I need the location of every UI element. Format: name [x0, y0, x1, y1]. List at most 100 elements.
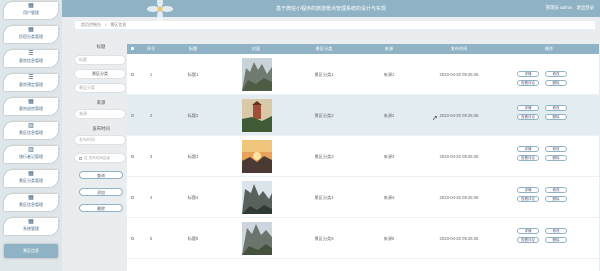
add-button[interactable]: 添加	[79, 188, 123, 196]
edit-button[interactable]: 修改	[545, 187, 567, 193]
cell-index: 5	[149, 236, 153, 241]
cell-source: 来源4	[383, 195, 395, 200]
sidebar-item-room-booking[interactable]: ☰ 客房预定管理	[4, 74, 58, 91]
cell-index: 4	[149, 195, 153, 200]
row-delete-button[interactable]: 删除	[545, 237, 567, 243]
col-source: 来源	[384, 46, 394, 51]
sidebar-item-travel-notes[interactable]: ▥ 旅行者记管理	[4, 146, 58, 163]
cell-category: 景区分类1	[314, 72, 334, 77]
cell-time: 2023-04-20 09:25:36	[439, 195, 479, 200]
calendar-icon	[79, 156, 82, 160]
cover-image	[242, 222, 272, 255]
edit-button[interactable]: 修改	[545, 228, 567, 234]
cell-category: 景区分类2	[314, 113, 334, 118]
sidebar-item-label: 客房信息管理	[19, 58, 43, 63]
comment-button[interactable]: 查看评论	[517, 196, 539, 202]
sidebar-item-room-checkout[interactable]: ▦ 客房退房管理	[4, 98, 58, 115]
cell-category: 景区分类4	[314, 195, 334, 200]
cover-image	[242, 181, 272, 214]
scenic-table: 序号 标题 封面 景区分类 来源 发布时间 操作 1 标题1 景区分类1 来源1…	[127, 44, 599, 271]
detail-button[interactable]: 详情	[517, 228, 539, 234]
list-icon: ☰	[28, 75, 34, 81]
row-checkbox[interactable]	[127, 177, 139, 218]
sidebar-item-homestay-category[interactable]: ▦ 民宿分类管理	[4, 26, 58, 43]
edit-button[interactable]: 修改	[545, 146, 567, 152]
sidebar-item-scenic-category[interactable]: ▦ 景区分类管理	[4, 170, 58, 187]
top-header: 基于微信小程序的旅游景点管理系统的设计与实现 管理员 admin 退出登录	[62, 0, 600, 22]
table-row: 1 标题1 景区分类1 来源1 2023-04-20 09:25:36 详情 修…	[127, 54, 599, 95]
sidebar-item-label: 景区分类管理	[19, 178, 43, 183]
row-delete-button[interactable]: 删除	[545, 155, 567, 161]
sidebar-item-scenic-info[interactable]: ▥ 景区信息管理	[4, 122, 58, 139]
cell-index: 3	[149, 154, 153, 159]
sidebar-item-label: 客房预定管理	[19, 82, 43, 87]
detail-button[interactable]: 详情	[517, 71, 539, 77]
table-row: 4 标题4 景区分类4 来源4 2023-04-20 09:25:36 详情 修…	[127, 177, 599, 218]
title-label: 标题	[96, 44, 106, 49]
cell-title: 标题3	[187, 154, 199, 159]
row-checkbox[interactable]	[127, 54, 139, 95]
sidebar-item-system[interactable]: ▦ 系统管理	[4, 218, 58, 235]
cell-title: 标题5	[187, 236, 199, 241]
sidebar-item-users[interactable]: ▦ 用户管理	[4, 2, 58, 19]
col-cover: 封面	[251, 46, 261, 51]
delete-button[interactable]: 删除	[79, 204, 123, 212]
cell-source: 来源3	[383, 154, 395, 159]
category-select[interactable]: 景区分类	[75, 70, 125, 78]
list-icon: ☰	[28, 51, 34, 57]
col-title: 标题	[188, 46, 198, 51]
breadcrumb-home[interactable]: 首页控制台	[81, 22, 101, 27]
table-row: 2 标题2 景区分类2 来源2 2023-04-20 09:25:36 详情 修…	[127, 95, 599, 136]
row-checkbox[interactable]	[127, 218, 139, 259]
time-end-input[interactable]: 至 发布时间结束	[75, 154, 125, 162]
row-checkbox[interactable]	[127, 136, 139, 177]
col-category: 景区分类	[315, 46, 333, 51]
table-row: 5 标题5 景区分类5 来源5 2023-04-20 09:25:36 详情 修…	[127, 218, 599, 259]
cell-category: 景区分类5	[314, 236, 334, 241]
sidebar-item-scenic-info-2[interactable]: ▦ 景区信息管理	[4, 194, 58, 211]
source-input[interactable]: 来源	[75, 110, 125, 118]
select-all-checkbox[interactable]	[127, 44, 139, 54]
row-delete-button[interactable]: 删除	[545, 114, 567, 120]
cover-image	[242, 58, 272, 91]
col-index: 序号	[146, 46, 156, 51]
category-input[interactable]: 景区分类	[75, 84, 125, 92]
cover-image	[242, 140, 272, 173]
row-checkbox[interactable]	[127, 95, 139, 136]
comment-button[interactable]: 查看评论	[517, 155, 539, 161]
row-delete-button[interactable]: 删除	[545, 80, 567, 86]
cell-source: 来源2	[383, 113, 395, 118]
detail-button[interactable]: 详情	[517, 146, 539, 152]
grid-icon: ▦	[28, 171, 34, 177]
sidebar-item-label: 民宿分类管理	[19, 34, 43, 39]
edit-button[interactable]: 修改	[545, 105, 567, 111]
comment-button[interactable]: 查看评论	[517, 80, 539, 86]
search-panel: 标题 标题 景区分类 景区分类 来源 来源 发布时间 发布时间 至 发布时间结束…	[75, 38, 127, 218]
time-start-input[interactable]: 发布时间	[75, 136, 125, 144]
edit-button[interactable]: 修改	[545, 71, 567, 77]
sidebar-item-room-info[interactable]: ☰ 客房信息管理	[4, 50, 58, 67]
cell-category: 景区分类3	[314, 154, 334, 159]
user-logout[interactable]: 管理员 admin 退出登录	[546, 5, 594, 11]
sidebar-item-label: 用户管理	[23, 10, 39, 15]
detail-button[interactable]: 详情	[517, 105, 539, 111]
sidebar-item-label: 景区信息管理	[19, 130, 43, 135]
search-button[interactable]: 查询	[79, 171, 123, 179]
sidebar-item-label: 景区信息管理	[19, 202, 43, 207]
title-input[interactable]: 标题	[75, 56, 125, 64]
source-label: 来源	[96, 100, 106, 105]
time-label: 发布时间	[92, 126, 110, 131]
sidebar-subitem-active[interactable]: 景区信息	[4, 244, 58, 258]
cell-title: 标题2	[187, 113, 199, 118]
row-delete-button[interactable]: 删除	[545, 196, 567, 202]
comment-button[interactable]: 查看评论	[517, 237, 539, 243]
cell-source: 来源5	[383, 236, 395, 241]
detail-button[interactable]: 详情	[517, 187, 539, 193]
comment-button[interactable]: 查看评论	[517, 114, 539, 120]
cell-index: 1	[149, 72, 153, 77]
sidebar-item-label: 旅行者记管理	[19, 154, 43, 159]
breadcrumb: 首页控制台 / 景区信息	[75, 21, 595, 29]
mouse-cursor-icon: ➚	[432, 115, 438, 122]
sidebar-subitem-label: 景区信息	[23, 248, 39, 253]
cell-time: 2023-04-20 09:25:36	[439, 72, 479, 77]
